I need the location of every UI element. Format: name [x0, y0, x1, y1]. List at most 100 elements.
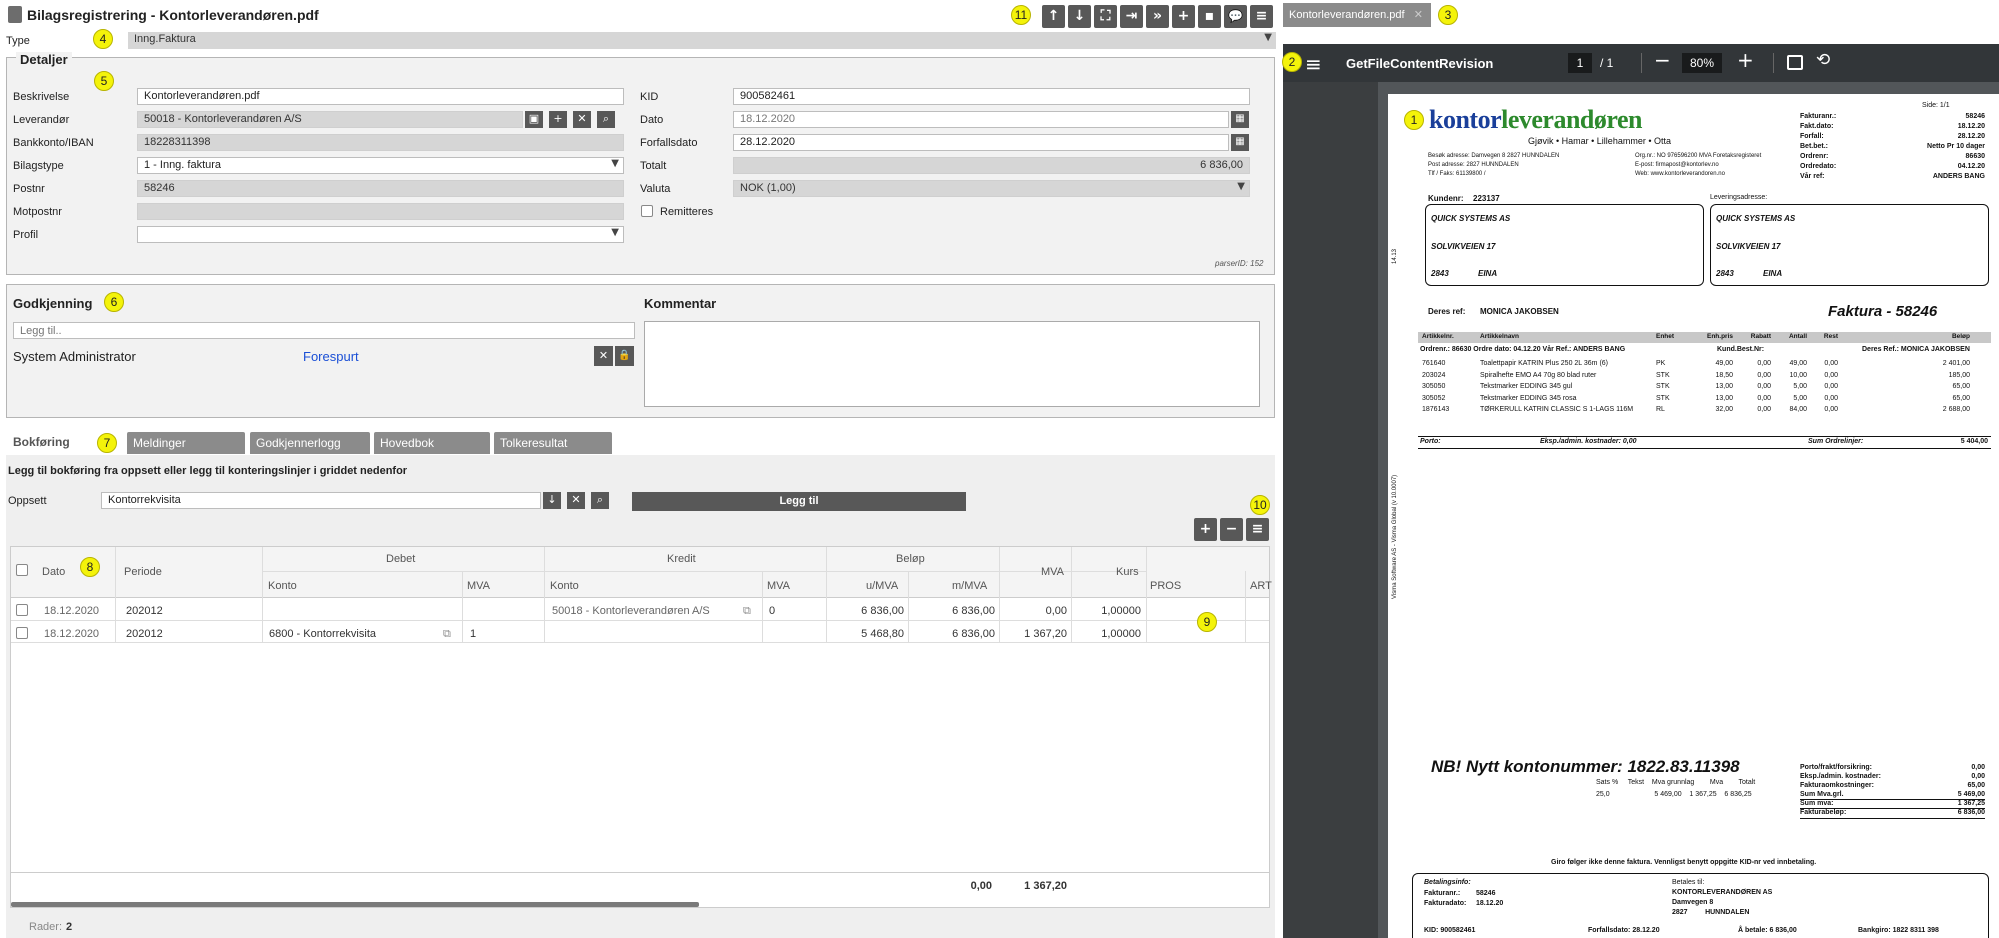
approver-add-input[interactable]: [13, 322, 635, 339]
supplier-card-button[interactable]: ▣: [525, 111, 543, 128]
prev-doc-button[interactable]: ↑: [1042, 5, 1065, 28]
menu-button[interactable]: ≡: [1250, 5, 1273, 28]
hamburger-icon[interactable]: ≡: [1305, 52, 1322, 76]
skip-to-end-button[interactable]: ⇥: [1120, 5, 1143, 28]
cust-zip: 2843: [1431, 269, 1449, 278]
group-kredit: Kredit: [667, 553, 696, 565]
col-mva-debet[interactable]: MVA: [467, 580, 490, 592]
forfall-label: Forfallsdato: [640, 137, 698, 149]
remove-approver-button[interactable]: ✕: [594, 346, 613, 366]
valuta-select[interactable]: NOK (1,00) ▼: [733, 180, 1250, 197]
tab-bokforing[interactable]: Bokføring: [13, 435, 70, 449]
invoice-kv-value: 28.12.20: [1957, 133, 1985, 140]
comment-textarea[interactable]: [644, 321, 1260, 407]
col-pros[interactable]: PROS: [1150, 580, 1181, 592]
grid-remove-row-button[interactable]: −: [1220, 518, 1243, 541]
invoice-kv-row: Sum Mva.grl. 5 469,00: [1800, 791, 1985, 798]
zoom-level[interactable]: 80%: [1682, 53, 1722, 73]
calendar-icon[interactable]: ▦: [1231, 111, 1249, 128]
invoice-kv-value: 5 469,00: [1957, 791, 1985, 798]
oppsett-input[interactable]: Kontorrekvisita: [101, 492, 541, 509]
tab-meldinger[interactable]: Meldinger: [127, 432, 245, 454]
invoice-kv-row: Fakturaomkostninger: 65,00: [1800, 782, 1985, 789]
col-umva[interactable]: u/MVA: [866, 580, 898, 592]
zoom-in-button[interactable]: +: [1737, 48, 1754, 72]
col-mva[interactable]: MVA: [1041, 566, 1064, 578]
postnr-input[interactable]: 58246: [137, 180, 624, 197]
bankkonto-input[interactable]: 18228311398: [137, 134, 624, 151]
col-art[interactable]: ART: [1250, 580, 1272, 592]
external-link-icon[interactable]: ⧉: [443, 627, 451, 641]
grid-add-row-button[interactable]: +: [1194, 518, 1217, 541]
rotate-icon[interactable]: ⟲: [1816, 50, 1830, 70]
row-konto-kredit[interactable]: 50018 - Kontorleverandøren A/S: [552, 605, 710, 617]
supplier-search-button[interactable]: ⌕: [597, 111, 615, 128]
approval-status[interactable]: Forespurt: [303, 349, 359, 364]
forfall-input[interactable]: 28.12.2020: [733, 134, 1229, 151]
col-mmva[interactable]: m/MVA: [952, 580, 987, 592]
fullscreen-button[interactable]: ⛶: [1094, 5, 1117, 28]
next-doc-button[interactable]: ↓: [1068, 5, 1091, 28]
oppsett-download-button[interactable]: ↓: [543, 492, 561, 509]
col-periode[interactable]: Periode: [124, 566, 162, 578]
col-mva-kredit[interactable]: MVA: [767, 580, 790, 592]
invoice-side: Side: 1/1: [1922, 102, 1950, 109]
invoice-kv-value: 0,00: [1971, 764, 1985, 771]
profil-select[interactable]: ▼: [137, 226, 624, 243]
totalt-input[interactable]: 6 836,00: [733, 157, 1250, 174]
invoice-kv-key: Fakt.dato:: [1800, 123, 1834, 130]
lock-icon[interactable]: 🔒: [615, 346, 634, 366]
type-select[interactable]: Inng.Faktura ▼: [128, 32, 1276, 49]
save-button[interactable]: ▪: [1198, 5, 1221, 28]
col-kurs[interactable]: Kurs: [1116, 566, 1139, 578]
row-checkbox[interactable]: [16, 604, 28, 616]
supplier-add-button[interactable]: +: [549, 111, 567, 128]
item-cell: 0,00: [1824, 406, 1838, 413]
invoice-epost: E-post: firmapost@kontorlev.no: [1635, 162, 1719, 168]
row-checkbox[interactable]: [16, 627, 28, 639]
external-link-icon[interactable]: ⧉: [743, 604, 751, 618]
bilagstype-select[interactable]: 1 - Inng. faktura ▼: [137, 157, 624, 174]
invoice-kv-key: Fakturaomkostninger:: [1800, 782, 1874, 789]
fit-page-icon[interactable]: [1787, 55, 1803, 70]
leverandor-input[interactable]: 50018 - Kontorleverandøren A/S: [137, 111, 523, 128]
calendar-icon[interactable]: ▦: [1231, 134, 1249, 151]
chevron-down-icon: ▼: [1237, 181, 1245, 192]
select-all-checkbox[interactable]: [16, 564, 28, 576]
beskrivelse-input[interactable]: Kontorleverandøren.pdf: [137, 88, 624, 105]
tab-tolkeresultat[interactable]: Tolkeresultat: [494, 432, 612, 454]
horizontal-scrollbar[interactable]: [11, 902, 699, 907]
tab-godkjennerlogg[interactable]: Godkjennerlogg: [250, 432, 370, 454]
bet-fdato: Fakturadato:: [1424, 900, 1467, 907]
supplier-clear-button[interactable]: ✕: [573, 111, 591, 128]
legg-til-button[interactable]: Legg til: [632, 492, 966, 511]
oppsett-search-button[interactable]: ⌕: [591, 492, 609, 509]
item-col-header: Enh.pris: [1706, 333, 1733, 340]
zoom-out-button[interactable]: −: [1654, 48, 1671, 72]
comment-button[interactable]: 💬: [1224, 5, 1247, 28]
viewer-tab[interactable]: Kontorleverandøren.pdf ✕: [1283, 3, 1431, 27]
tab-hovedbok[interactable]: Hovedbok: [374, 432, 490, 454]
remitteres-checkbox[interactable]: [641, 205, 653, 217]
col-konto-debet[interactable]: Konto: [268, 580, 297, 592]
close-icon[interactable]: ✕: [1414, 3, 1423, 27]
grid-menu-button[interactable]: ≡: [1246, 518, 1269, 541]
invoice-kv-row: Ordredato: 04.12.20: [1800, 163, 1985, 170]
motpostnr-input[interactable]: [137, 203, 624, 220]
bet-navn: KONTORLEVERANDØREN AS: [1672, 889, 1773, 896]
page-number-input[interactable]: 1: [1568, 53, 1592, 73]
oppsett-clear-button[interactable]: ✕: [567, 492, 585, 509]
item-cell: STK: [1656, 371, 1670, 379]
row-konto-debet[interactable]: 6800 - Kontorrekvisita: [269, 628, 376, 640]
add-button[interactable]: +: [1172, 5, 1195, 28]
kid-input[interactable]: 900582461: [733, 88, 1250, 105]
dato-input[interactable]: 18.12.2020: [733, 111, 1229, 128]
group-belop: Beløp: [896, 553, 925, 565]
fast-forward-button[interactable]: »: [1146, 5, 1169, 28]
row-kurs: 1,00000: [1101, 605, 1141, 617]
col-dato[interactable]: Dato: [42, 566, 65, 578]
col-konto-kredit[interactable]: Konto: [550, 580, 579, 592]
row-mmva: 6 836,00: [952, 605, 995, 617]
app-icon: [8, 6, 22, 23]
invoice-kv-value: Netto Pr 10 dager: [1927, 143, 1985, 150]
